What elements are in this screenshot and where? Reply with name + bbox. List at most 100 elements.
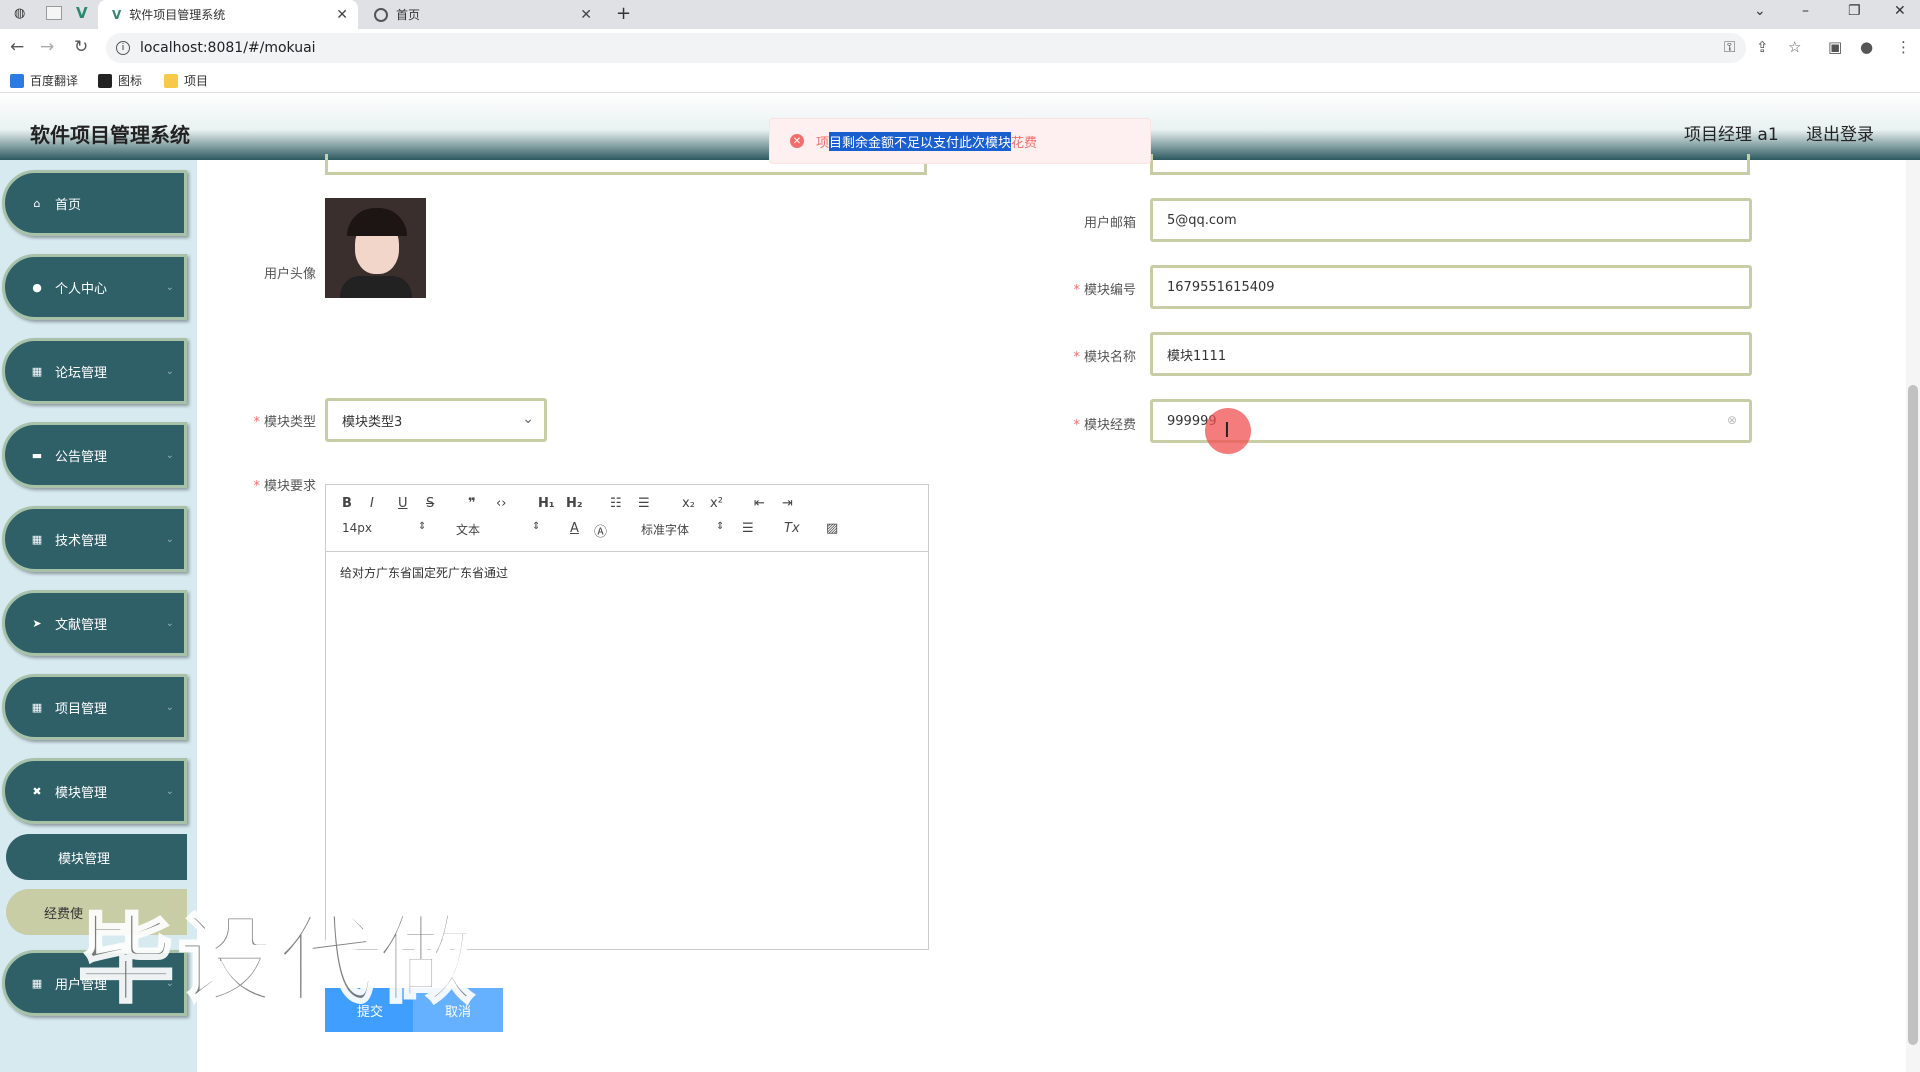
sidebar-item-label: 文献管理	[55, 617, 108, 633]
close-icon[interactable]: ✕	[336, 7, 348, 23]
key-icon[interactable]: ⚿	[1724, 38, 1735, 56]
url-input[interactable]: i localhost:8081/#/mokuai	[106, 33, 1746, 63]
minimize-icon[interactable]: –	[1802, 3, 1809, 19]
module-no-field[interactable]: 1679551615409	[1150, 265, 1752, 309]
sidebar-item-label: 项目管理	[55, 701, 108, 717]
avatar[interactable]	[325, 198, 426, 298]
email-field[interactable]: 5@qq.com	[1150, 198, 1752, 242]
module-name-field[interactable]: 模块1111	[1150, 332, 1752, 376]
bookmark-label: 项目	[184, 74, 209, 88]
close-window-icon[interactable]: ✕	[1894, 3, 1906, 19]
sidebar-item-literature[interactable]: ➤ 文献管理 ⌄	[2, 590, 187, 656]
id-card-field[interactable]	[1150, 154, 1750, 175]
sidebar-item-tech[interactable]: ▦ 技术管理 ⌄	[2, 506, 187, 572]
indent-icon[interactable]: ⇥	[782, 496, 793, 511]
app-title: 软件项目管理系统	[30, 123, 190, 147]
avatar-body	[340, 276, 412, 298]
sidebar-item-label: 模块管理	[55, 785, 108, 801]
clear-icon[interactable]: ⊗	[1727, 413, 1737, 427]
superscript-icon[interactable]: x²	[710, 496, 723, 511]
bookmark-project[interactable]: 项目	[164, 72, 208, 89]
sidebar-item-forum[interactable]: ▦ 论坛管理 ⌄	[2, 338, 187, 404]
requirement-label: * 模块要求	[236, 475, 316, 494]
h1-icon[interactable]: H₁	[538, 496, 555, 511]
module-type-select[interactable]: 模块类型3 ⌄	[325, 398, 547, 442]
italic-icon[interactable]: I	[370, 496, 374, 511]
chevron-down-icon: ⌄	[165, 533, 174, 545]
updown-icon: ⇕	[532, 521, 541, 532]
sidebar-item-module[interactable]: ✖ 模块管理 ⌄	[2, 758, 187, 824]
font-select[interactable]: 标准字体	[641, 521, 689, 538]
url-text: localhost:8081/#/mokuai	[140, 40, 316, 56]
sidepanel-icon[interactable]: ▣	[1828, 38, 1842, 56]
reload-icon[interactable]: ↻	[74, 37, 88, 57]
tab-active[interactable]: V 软件项目管理系统 ✕	[98, 0, 358, 29]
ordered-list-icon[interactable]: ☷	[610, 496, 622, 511]
grid-icon: ▦	[31, 976, 43, 990]
h2-icon[interactable]: H₂	[566, 496, 583, 511]
tab-title: 软件项目管理系统	[129, 8, 226, 22]
module-type-value: 模块类型3	[342, 414, 403, 430]
forward-icon[interactable]: →	[40, 37, 54, 57]
monitor-icon: ▬	[31, 448, 43, 462]
sidebar-item-home[interactable]: ⌂ 首页	[2, 170, 187, 236]
toast-suffix: 花费	[1011, 135, 1038, 151]
editor-content[interactable]: 给对方广东省国定死广东省通过	[326, 552, 928, 593]
sidebar-subitem-module[interactable]: 模块管理	[6, 834, 187, 880]
close-icon[interactable]: ✕	[580, 7, 592, 23]
vue-icon[interactable]: V	[76, 4, 88, 22]
sidebar-item-label: 技术管理	[55, 533, 108, 549]
toast-selected-text: 目剩余金额不足以支付此次模块	[829, 131, 1012, 151]
globe-icon[interactable]: ◍	[14, 6, 25, 21]
address-bar-row: ← → ↻ i localhost:8081/#/mokuai ⚿ ⇪ ☆ ▣ …	[0, 29, 1920, 67]
bg-color-icon[interactable]: Ⓐ	[594, 521, 607, 540]
scrollbar-thumb[interactable]	[1908, 385, 1918, 1045]
rich-text-editor[interactable]: B I U S ❞ ‹› H₁ H₂ ☷ ☰ x₂ x² ⇤ ⇥ 14px ⇕ …	[325, 484, 929, 950]
bookmark-translate[interactable]: 百度翻译	[10, 72, 78, 89]
tab-title: 首页	[396, 8, 421, 22]
avatar[interactable]: ●	[1860, 38, 1873, 56]
updown-icon: ⇕	[418, 521, 427, 532]
sidebar-item-project[interactable]: ▦ 项目管理 ⌄	[2, 674, 187, 740]
strike-icon[interactable]: S	[426, 496, 434, 511]
new-tab-icon[interactable]: +	[616, 3, 631, 24]
logout-button[interactable]: 退出登录	[1806, 120, 1874, 145]
underline-icon[interactable]: U	[398, 496, 408, 511]
bullet-list-icon[interactable]: ☰	[638, 496, 650, 511]
film-icon: ✖	[32, 784, 42, 798]
quote-icon[interactable]: ❞	[468, 496, 476, 511]
restore-icon[interactable]: ❐	[1848, 3, 1861, 19]
code-icon[interactable]: ‹›	[496, 496, 506, 511]
module-name-value: 模块1111	[1167, 348, 1227, 364]
chevron-down-icon: ⌄	[165, 785, 174, 797]
toast-prefix: 项	[816, 135, 830, 151]
chevron-down-icon: ⌄	[165, 281, 174, 293]
bookmark-icons[interactable]: 图标	[98, 72, 142, 89]
module-fee-label-text: 模块经费	[1083, 418, 1136, 433]
module-name-label-text: 模块名称	[1083, 350, 1136, 365]
chevron-down-icon: ⌄	[165, 449, 174, 461]
clear-format-icon[interactable]: Tx	[784, 521, 800, 536]
sidebar-subitem-label: 模块管理	[58, 851, 111, 867]
module-no-label: * 模块编号	[1036, 279, 1136, 298]
image-icon[interactable]: ▨	[826, 521, 838, 536]
sidebar-item-label: 首页	[55, 197, 82, 213]
email-value: 5@qq.com	[1167, 212, 1237, 228]
font-size-select[interactable]: 14px	[342, 521, 372, 535]
menu-icon[interactable]: ⋮	[1896, 38, 1911, 56]
sidebar-item-profile[interactable]: ● 个人中心 ⌄	[2, 254, 187, 320]
chevron-down-icon[interactable]: ⌄	[1754, 3, 1766, 19]
info-icon[interactable]: i	[116, 41, 130, 55]
sidebar-item-notice[interactable]: ▬ 公告管理 ⌄	[2, 422, 187, 488]
font-color-icon[interactable]: A	[570, 521, 579, 536]
text-type-select[interactable]: 文本	[456, 521, 480, 538]
tab-icon[interactable]	[46, 6, 62, 20]
subscript-icon[interactable]: x₂	[682, 496, 695, 511]
star-icon[interactable]: ☆	[1788, 38, 1801, 56]
tab-home[interactable]: 首页 ✕	[362, 0, 602, 29]
outdent-icon[interactable]: ⇤	[754, 496, 765, 511]
bold-icon[interactable]: B	[342, 496, 352, 511]
back-icon[interactable]: ←	[10, 37, 24, 57]
align-icon[interactable]: ☰	[742, 521, 754, 536]
share-icon[interactable]: ⇪	[1756, 38, 1769, 56]
